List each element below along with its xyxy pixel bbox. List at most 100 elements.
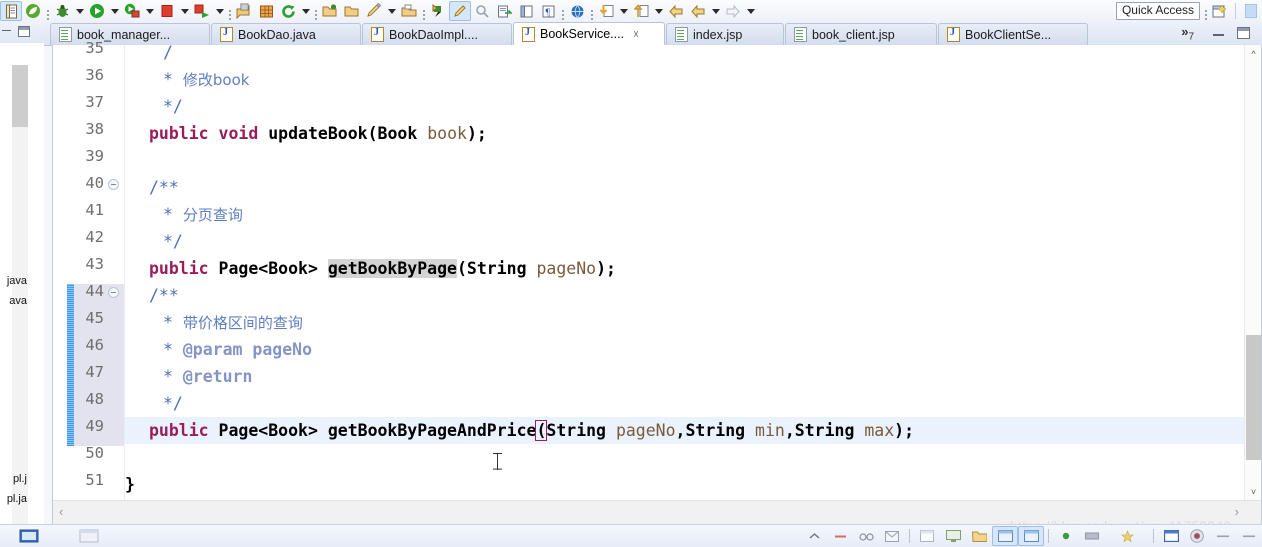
forward-arrow-icon[interactable] bbox=[722, 1, 744, 21]
refresh-dropdown-arrow-icon[interactable] bbox=[299, 1, 312, 21]
explorer-item-label-3[interactable]: pl.j bbox=[13, 473, 27, 485]
blue-window-icon[interactable] bbox=[1158, 526, 1184, 546]
run-play-icon[interactable] bbox=[86, 1, 108, 21]
tab-overflow-chevron-icon[interactable]: »7 bbox=[1181, 24, 1194, 43]
back-dropdown-arrow-icon[interactable] bbox=[709, 1, 722, 21]
folder-icon[interactable] bbox=[966, 526, 992, 546]
search-gray-icon[interactable] bbox=[471, 1, 493, 21]
window-icon[interactable] bbox=[914, 526, 940, 546]
explorer-item-label-4[interactable]: pl.ja bbox=[7, 493, 27, 505]
editor-tab-bookservice[interactable]: BookService.... ☓ bbox=[513, 22, 665, 45]
code-comment-page-query: 分页查询 bbox=[182, 206, 243, 224]
minus-red-icon[interactable] bbox=[827, 526, 853, 546]
quick-access-field[interactable]: Quick Access bbox=[1115, 2, 1200, 20]
new-table-icon[interactable] bbox=[255, 1, 277, 21]
code-type-string: String bbox=[466, 259, 527, 278]
explorer-item-label-2[interactable]: ava bbox=[9, 295, 27, 307]
explorer-item-label-1[interactable]: java bbox=[7, 275, 27, 287]
scroll-left-arrow-icon[interactable]: ‹ bbox=[59, 504, 63, 519]
gray-box-icon[interactable] bbox=[1079, 526, 1105, 546]
editor-tab-book-manager[interactable]: book_manager... bbox=[50, 23, 210, 45]
terminate-dropdown-arrow-icon[interactable] bbox=[178, 1, 191, 21]
code-token-star: * bbox=[163, 205, 173, 224]
up-chevron-icon[interactable] bbox=[801, 526, 827, 546]
download-icon[interactable] bbox=[595, 1, 617, 21]
external-tools-dropdown-arrow-icon[interactable] bbox=[143, 1, 156, 21]
project-explorer-tree: ^ java ava pl.j pl.ja bbox=[0, 43, 44, 525]
code-editor[interactable]: 35 36 37 38 39 40 41 42 43 44 45 46 47 4… bbox=[52, 39, 1262, 525]
refresh-green-icon[interactable] bbox=[277, 1, 299, 21]
editor-tab-index-jsp[interactable]: index.jsp bbox=[666, 23, 784, 45]
code-text-area[interactable]: / * 修改book */ public void updateBook(Boo… bbox=[125, 45, 1244, 500]
taskbar-start-icon[interactable] bbox=[0, 526, 60, 546]
windows-taskbar bbox=[0, 524, 1262, 547]
perspective-java-ee-icon[interactable] bbox=[1240, 1, 1262, 21]
code-token-star: * bbox=[163, 340, 173, 359]
maximize-icon[interactable] bbox=[18, 26, 30, 37]
open-perspective-icon[interactable] bbox=[1209, 1, 1231, 21]
debug-bug-icon[interactable] bbox=[51, 1, 73, 21]
run-server-icon[interactable] bbox=[191, 1, 213, 21]
ie-window-icon[interactable] bbox=[992, 526, 1018, 546]
brush-icon[interactable] bbox=[363, 1, 385, 21]
monitor-icon[interactable] bbox=[940, 526, 966, 546]
explorer-scrollbar-thumb[interactable] bbox=[12, 65, 28, 127]
code-line-42: */ bbox=[125, 228, 1244, 255]
code-type-string: String bbox=[546, 421, 606, 440]
pin-icon[interactable] bbox=[427, 1, 449, 21]
line-number: 40 bbox=[85, 174, 104, 192]
export-icon[interactable] bbox=[493, 1, 515, 21]
ie-window2-icon[interactable] bbox=[1018, 526, 1044, 546]
back-arrow2-icon[interactable] bbox=[687, 1, 709, 21]
download-dropdown-arrow-icon[interactable] bbox=[617, 1, 630, 21]
server-dropdown-arrow-icon[interactable] bbox=[213, 1, 226, 21]
star-icon[interactable] bbox=[1105, 526, 1149, 546]
new-jsp-icon[interactable] bbox=[233, 1, 255, 21]
editor-minimize-icon[interactable] bbox=[1213, 30, 1224, 38]
editor-tab-bookdao[interactable]: BookDao.java bbox=[211, 23, 361, 45]
line-number: 47 bbox=[85, 363, 104, 381]
fold-collapse-icon[interactable] bbox=[108, 287, 119, 298]
open-folder2-icon[interactable] bbox=[341, 1, 363, 21]
chrome-icon[interactable] bbox=[1184, 526, 1210, 546]
close-icon[interactable]: ☓ bbox=[633, 28, 639, 41]
scroll-up-arrow-icon[interactable]: ^ bbox=[1245, 45, 1262, 62]
paragraph-icon[interactable]: ¶ bbox=[537, 1, 559, 21]
run-dropdown-arrow-icon[interactable] bbox=[108, 1, 121, 21]
spring-leaf-icon[interactable] bbox=[22, 1, 44, 21]
new-wizard-icon[interactable] bbox=[0, 1, 22, 21]
annotation-ruler[interactable] bbox=[53, 45, 67, 500]
scroll-right-arrow-icon[interactable]: › bbox=[1235, 504, 1239, 519]
code-param-max: max bbox=[864, 421, 895, 440]
taskbar-window-icon[interactable] bbox=[60, 526, 120, 546]
forward-dropdown-arrow-icon[interactable] bbox=[744, 1, 757, 21]
paint-active-icon[interactable] bbox=[449, 1, 471, 21]
open-type-icon[interactable] bbox=[398, 1, 420, 21]
editor-tab-book-client-jsp[interactable]: book_client.jsp bbox=[785, 23, 937, 45]
open-folder-icon[interactable] bbox=[319, 1, 341, 21]
debug-dropdown-arrow-icon[interactable] bbox=[73, 1, 86, 21]
green-dot-icon[interactable] bbox=[1053, 526, 1079, 546]
editor-tab-bookdaoimpl[interactable]: BookDaoImpl.... bbox=[362, 23, 512, 45]
editor-vertical-scrollbar[interactable]: ^ ˅ bbox=[1244, 45, 1261, 500]
mail-icon[interactable] bbox=[879, 526, 905, 546]
editor-maximize-icon[interactable] bbox=[1237, 27, 1250, 39]
dash-icon[interactable] bbox=[1210, 526, 1236, 546]
brush-dropdown-arrow-icon[interactable] bbox=[385, 1, 398, 21]
minimize-icon[interactable] bbox=[2, 27, 11, 36]
terminate-stop-icon[interactable] bbox=[156, 1, 178, 21]
up-arrow-icon[interactable] bbox=[630, 1, 652, 21]
dash2-icon[interactable] bbox=[1236, 526, 1262, 546]
scroll-down-arrow-icon[interactable]: ˅ bbox=[1245, 483, 1262, 500]
up-dropdown-arrow-icon[interactable] bbox=[652, 1, 665, 21]
run-external-tools-icon[interactable] bbox=[121, 1, 143, 21]
fold-collapse-icon[interactable] bbox=[108, 179, 119, 190]
code-method-updateBook: updateBook bbox=[268, 124, 368, 143]
line-number: 39 bbox=[85, 147, 104, 165]
editor-tab-bookclientservice[interactable]: BookClientSe... bbox=[938, 23, 1088, 45]
globe-icon[interactable] bbox=[566, 1, 588, 21]
back-arrow-icon[interactable] bbox=[665, 1, 687, 21]
book-icon[interactable] bbox=[515, 1, 537, 21]
glasses-icon[interactable] bbox=[853, 526, 879, 546]
scrollbar-thumb[interactable] bbox=[1246, 335, 1261, 460]
